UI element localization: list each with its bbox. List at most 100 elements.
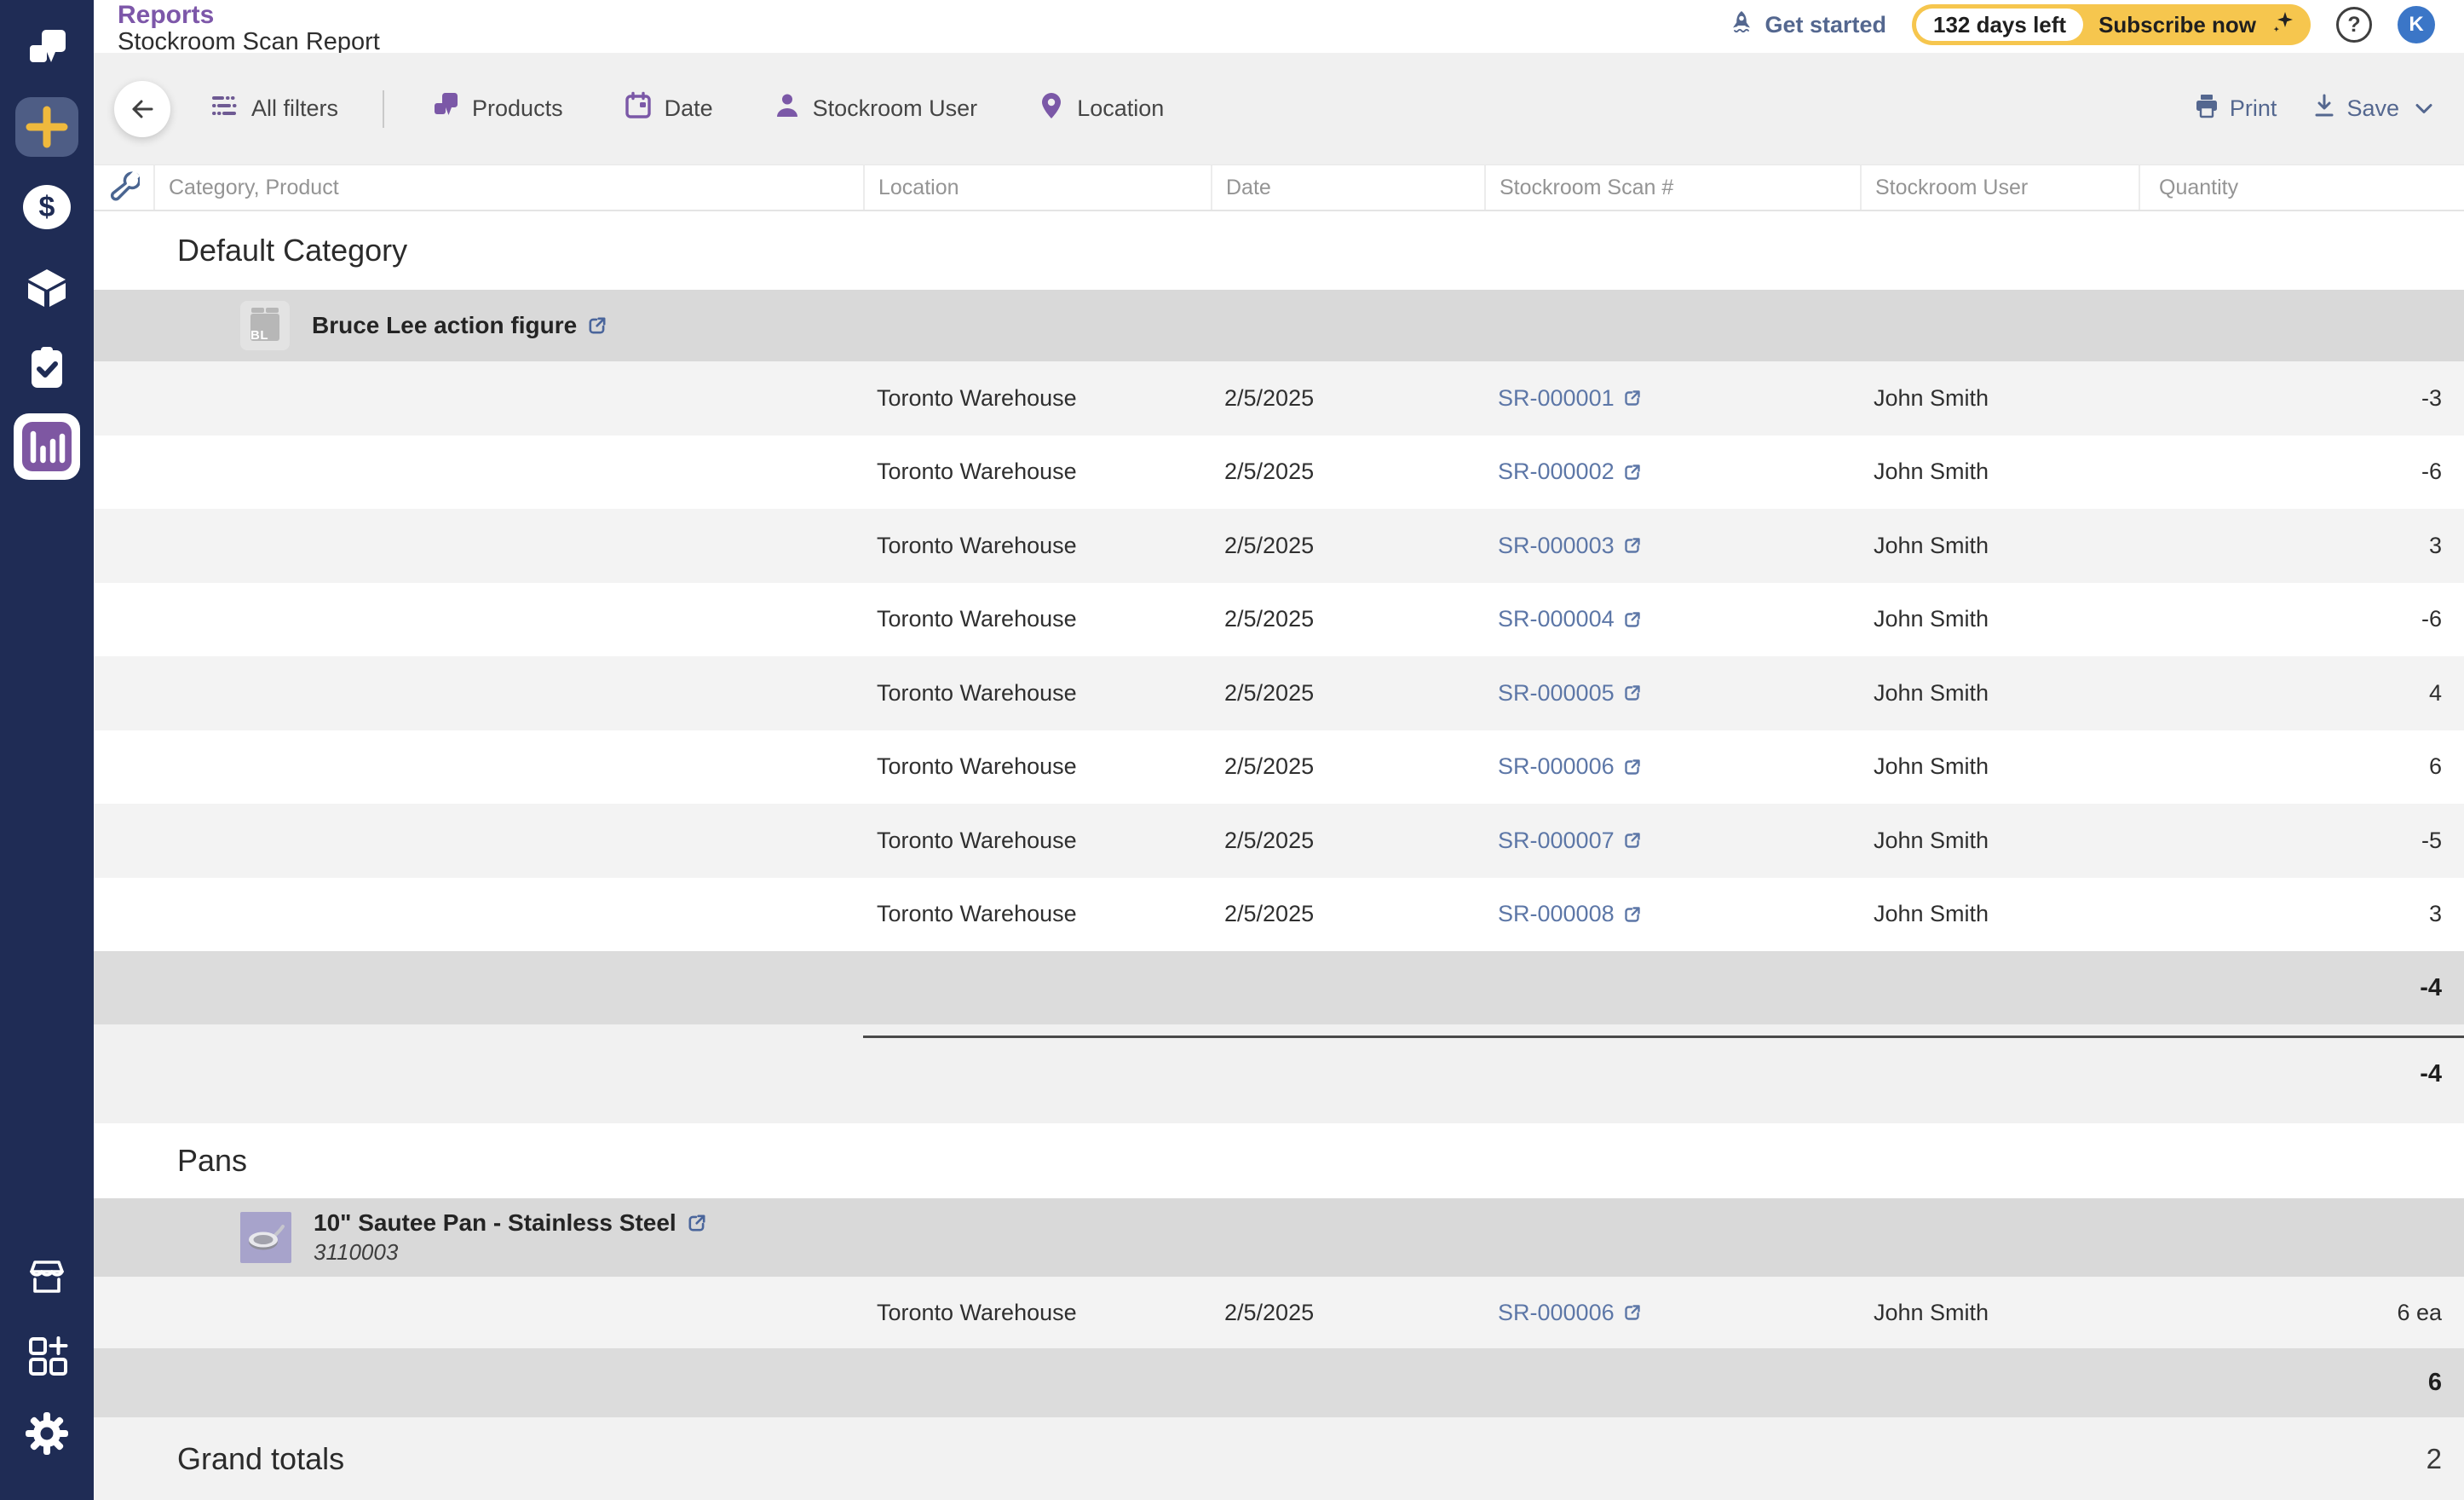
stockroom-scan-link[interactable]: SR-000004 (1498, 606, 1642, 632)
printer-icon (2194, 93, 2219, 124)
cell-location: Toronto Warehouse (863, 804, 1211, 878)
scan-number: SR-000006 (1498, 1300, 1615, 1326)
apps-icon[interactable] (24, 1332, 70, 1378)
external-link-icon (1623, 684, 1642, 702)
bar-chart-icon (22, 422, 72, 471)
table-row: Toronto Warehouse 2/5/2025 SR-000007 Joh… (94, 804, 2464, 878)
product-group-row: 10" Sautee Pan - Stainless Steel 3110003 (94, 1198, 2464, 1277)
table-row: Toronto Warehouse 2/5/2025 SR-000002 Joh… (94, 436, 2464, 510)
cell-user: John Smith (1860, 583, 2139, 657)
product-thumb-label: BL (250, 328, 268, 343)
stockroom-scan-link[interactable]: SR-000001 (1498, 385, 1642, 412)
external-link-icon (687, 1213, 707, 1233)
table-row: Toronto Warehouse 2/5/2025 SR-000004 Joh… (94, 583, 2464, 657)
cell-location: Toronto Warehouse (863, 509, 1211, 583)
page-title: Reports (118, 2, 380, 29)
cell-quantity: 4 (2139, 656, 2464, 730)
print-label: Print (2230, 95, 2277, 122)
cell-quantity: -6 (2139, 436, 2464, 510)
sparkle-icon (2268, 9, 2295, 42)
scan-number: SR-000005 (1498, 680, 1615, 707)
filter-stockroom-user[interactable]: Stockroom User (774, 92, 978, 125)
product-thumbnail-bruce-lee: BL (240, 301, 290, 350)
external-link-icon (1623, 389, 1642, 407)
category-total-value: -4 (2139, 1024, 2464, 1123)
product-link-sautee-pan[interactable]: 10" Sautee Pan - Stainless Steel (314, 1209, 707, 1237)
filter-bar: All filters Products (94, 53, 2464, 164)
all-filters-button[interactable]: All filters (210, 91, 338, 126)
cell-date: 2/5/2025 (1211, 509, 1484, 583)
table-row: Toronto Warehouse 2/5/2025 SR-000008 Joh… (94, 878, 2464, 952)
total-divider-line (863, 1036, 2464, 1038)
cell-location: Toronto Warehouse (863, 361, 1211, 436)
filter-location[interactable]: Location (1039, 91, 1164, 126)
header-stockroom-user: Stockroom User (1860, 165, 2139, 210)
product-group-row: BL Bruce Lee action figure (94, 290, 2464, 361)
cell-date: 2/5/2025 (1211, 804, 1484, 878)
product-subtotal-row: 6 (94, 1348, 2464, 1417)
cell-date: 2/5/2025 (1211, 730, 1484, 805)
filter-date[interactable]: Date (625, 91, 713, 126)
section-title-pans: Pans (94, 1123, 2464, 1198)
stockroom-scan-link[interactable]: SR-000005 (1498, 680, 1642, 707)
page-subtitle: Stockroom Scan Report (118, 29, 380, 55)
map-pin-icon (1039, 91, 1064, 126)
filter-divider (383, 90, 384, 128)
settings-gear-icon[interactable] (23, 1410, 71, 1457)
stockroom-scan-link[interactable]: SR-000007 (1498, 828, 1642, 854)
product-link-bruce-lee[interactable]: Bruce Lee action figure (312, 312, 607, 339)
calendar-icon (625, 91, 652, 126)
storefront-icon[interactable] (24, 1253, 70, 1299)
category-total-row: -4 (94, 1024, 2464, 1123)
add-button[interactable] (15, 97, 78, 157)
trial-subscribe-pill[interactable]: 132 days left Subscribe now (1912, 4, 2311, 45)
cell-quantity: -6 (2139, 583, 2464, 657)
inventory-box-icon[interactable] (24, 264, 70, 310)
external-link-icon (1623, 610, 1642, 629)
table-row: Toronto Warehouse 2/5/2025 SR-000006 Joh… (94, 1277, 2464, 1348)
filterbar-actions: Print Save (2194, 93, 2433, 124)
product-sku: 3110003 (314, 1239, 707, 1266)
orders-clipboard-icon[interactable] (23, 343, 71, 390)
external-link-icon (1623, 463, 1642, 482)
help-button[interactable]: ? (2336, 7, 2372, 43)
reports-icon-active[interactable] (14, 413, 80, 480)
print-button[interactable]: Print (2194, 93, 2277, 124)
product-subtotal-row: -4 (94, 951, 2464, 1024)
cell-user: John Smith (1860, 656, 2139, 730)
subscribe-now-button[interactable]: Subscribe now (2083, 9, 2304, 42)
external-link-icon (1623, 905, 1642, 924)
filter-stockroom-user-label: Stockroom User (813, 95, 978, 122)
stockroom-scan-link[interactable]: SR-000006 (1498, 753, 1642, 780)
external-link-icon (1623, 831, 1642, 850)
external-link-icon (1623, 758, 1642, 776)
column-settings-wrench-icon[interactable] (94, 165, 153, 210)
stockroom-scan-link[interactable]: SR-000002 (1498, 459, 1642, 485)
table-row: Toronto Warehouse 2/5/2025 SR-000003 Joh… (94, 509, 2464, 583)
cell-date: 2/5/2025 (1211, 436, 1484, 510)
sales-icon[interactable]: $ (23, 185, 71, 229)
help-label: ? (2347, 13, 2360, 38)
save-button[interactable]: Save (2312, 93, 2433, 124)
cell-location: Toronto Warehouse (863, 656, 1211, 730)
stockroom-scan-link[interactable]: SR-000003 (1498, 533, 1642, 559)
external-link-icon (1623, 1303, 1642, 1322)
top-bar: Reports Stockroom Scan Report Get starte… (94, 0, 2464, 53)
avatar[interactable]: K (2398, 6, 2435, 43)
cell-location: Toronto Warehouse (863, 583, 1211, 657)
filter-products[interactable]: Products (432, 91, 563, 126)
cell-user: John Smith (1860, 730, 2139, 805)
logo-icon[interactable] (23, 26, 71, 71)
grand-totals-row: Grand totals 2 (94, 1417, 2464, 1500)
table-row: Toronto Warehouse 2/5/2025 SR-000001 Joh… (94, 361, 2464, 436)
sidebar: $ (0, 0, 94, 1500)
cell-quantity: 6 (2139, 730, 2464, 805)
product-name: Bruce Lee action figure (312, 312, 577, 339)
stockroom-scan-link[interactable]: SR-000008 (1498, 901, 1642, 927)
subscribe-now-label: Subscribe now (2098, 12, 2256, 38)
get-started-button[interactable]: Get started (1729, 9, 1886, 41)
back-button[interactable] (114, 81, 170, 137)
product-name: 10" Sautee Pan - Stainless Steel (314, 1209, 676, 1237)
cell-user: John Smith (1860, 509, 2139, 583)
stockroom-scan-link[interactable]: SR-000006 (1498, 1300, 1642, 1326)
